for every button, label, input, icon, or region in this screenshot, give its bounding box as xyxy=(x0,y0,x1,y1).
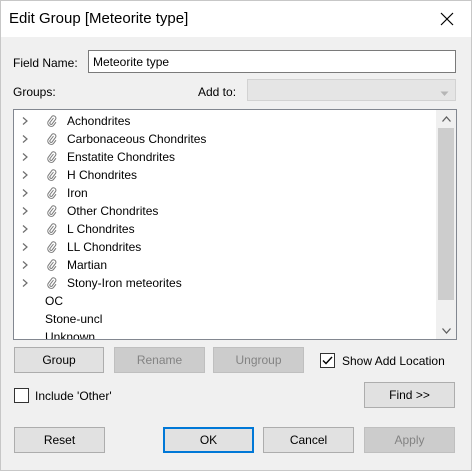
edit-group-dialog: Edit Group [Meteorite type] Field Name: … xyxy=(0,0,472,471)
list-item-label: Iron xyxy=(67,186,88,200)
group-list-item[interactable]: Martian xyxy=(14,256,438,274)
paperclip-icon xyxy=(47,241,57,253)
dialog-content: Field Name: Groups: Add to: Achondrites C… xyxy=(1,37,471,470)
cancel-button[interactable]: Cancel xyxy=(263,427,354,453)
paperclip-icon xyxy=(47,151,57,163)
list-item[interactable]: OC xyxy=(14,292,438,310)
find-button[interactable]: Find >> xyxy=(364,382,455,408)
list-item-label: OC xyxy=(45,294,63,308)
paperclip-icon xyxy=(47,169,57,181)
field-name-label: Field Name: xyxy=(13,56,78,70)
include-other-label: Include 'Other' xyxy=(35,389,112,403)
scrollbar-thumb[interactable] xyxy=(438,128,454,300)
vertical-scrollbar[interactable] xyxy=(436,110,456,339)
checkmark-icon xyxy=(322,356,333,365)
show-add-location-label: Show Add Location xyxy=(342,354,445,368)
group-list-item[interactable]: Other Chondrites xyxy=(14,202,438,220)
paperclip-icon xyxy=(47,259,57,271)
field-name-input[interactable] xyxy=(88,50,456,73)
apply-button[interactable]: Apply xyxy=(364,427,455,453)
group-list-item[interactable]: Stony-Iron meteorites xyxy=(14,274,438,292)
list-item-label: H Chondrites xyxy=(67,168,138,182)
add-to-select xyxy=(247,79,456,101)
group-list-item[interactable]: H Chondrites xyxy=(14,166,438,184)
list-item-label: Martian xyxy=(67,258,108,272)
chevron-right-icon[interactable] xyxy=(22,117,28,125)
paperclip-icon xyxy=(47,115,57,127)
ungroup-button[interactable]: Ungroup xyxy=(213,347,304,373)
group-list-item[interactable]: Carbonaceous Chondrites xyxy=(14,130,438,148)
show-add-location-checkbox[interactable] xyxy=(320,353,335,368)
list-item-label: LL Chondrites xyxy=(67,240,142,254)
group-list-item[interactable]: LL Chondrites xyxy=(14,238,438,256)
list-item-label: Achondrites xyxy=(67,114,131,128)
chevron-right-icon[interactable] xyxy=(22,261,28,269)
chevron-right-icon[interactable] xyxy=(22,207,28,215)
group-list-item[interactable]: Achondrites xyxy=(14,112,438,130)
group-button[interactable]: Group xyxy=(14,347,104,373)
paperclip-icon xyxy=(47,133,57,145)
chevron-right-icon[interactable] xyxy=(22,243,28,251)
list-item-label: Stone-uncl xyxy=(45,312,103,326)
chevron-right-icon[interactable] xyxy=(22,171,28,179)
list-item-label: Carbonaceous Chondrites xyxy=(67,132,207,146)
list-item[interactable]: Unknown xyxy=(14,328,438,340)
chevron-right-icon[interactable] xyxy=(22,279,28,287)
list-item-label: Enstatite Chondrites xyxy=(67,150,176,164)
scroll-down-icon[interactable] xyxy=(436,322,456,339)
chevron-right-icon[interactable] xyxy=(22,225,28,233)
list-item-label: Stony-Iron meteorites xyxy=(67,276,182,290)
include-other-checkbox[interactable] xyxy=(14,388,29,403)
chevron-right-icon[interactable] xyxy=(22,189,28,197)
paperclip-icon xyxy=(47,277,57,289)
chevron-right-icon[interactable] xyxy=(22,153,28,161)
list-item-label: Other Chondrites xyxy=(67,204,159,218)
chevron-down-icon xyxy=(440,86,449,100)
paperclip-icon xyxy=(47,205,57,217)
paperclip-icon xyxy=(47,187,57,199)
scroll-up-icon[interactable] xyxy=(436,110,456,127)
paperclip-icon xyxy=(47,223,57,235)
groups-label: Groups: xyxy=(13,85,56,99)
group-list-item[interactable]: L Chondrites xyxy=(14,220,438,238)
groups-list-items: Achondrites Carbonaceous Chondrites Enstat… xyxy=(14,112,438,340)
reset-button[interactable]: Reset xyxy=(14,427,105,453)
groups-list[interactable]: Achondrites Carbonaceous Chondrites Enstat… xyxy=(13,109,457,340)
list-item-label: L Chondrites xyxy=(67,222,135,236)
list-item-label: Unknown xyxy=(45,330,96,340)
list-item[interactable]: Stone-uncl xyxy=(14,310,438,328)
ok-button[interactable]: OK xyxy=(163,427,254,453)
group-list-item[interactable]: Iron xyxy=(14,184,438,202)
title-bar: Edit Group [Meteorite type] xyxy=(1,1,471,37)
rename-button[interactable]: Rename xyxy=(114,347,205,373)
dialog-title: Edit Group [Meteorite type] xyxy=(9,10,189,27)
add-to-label: Add to: xyxy=(198,85,237,99)
group-list-item[interactable]: Enstatite Chondrites xyxy=(14,148,438,166)
close-icon[interactable] xyxy=(435,7,459,31)
chevron-right-icon[interactable] xyxy=(22,135,28,143)
